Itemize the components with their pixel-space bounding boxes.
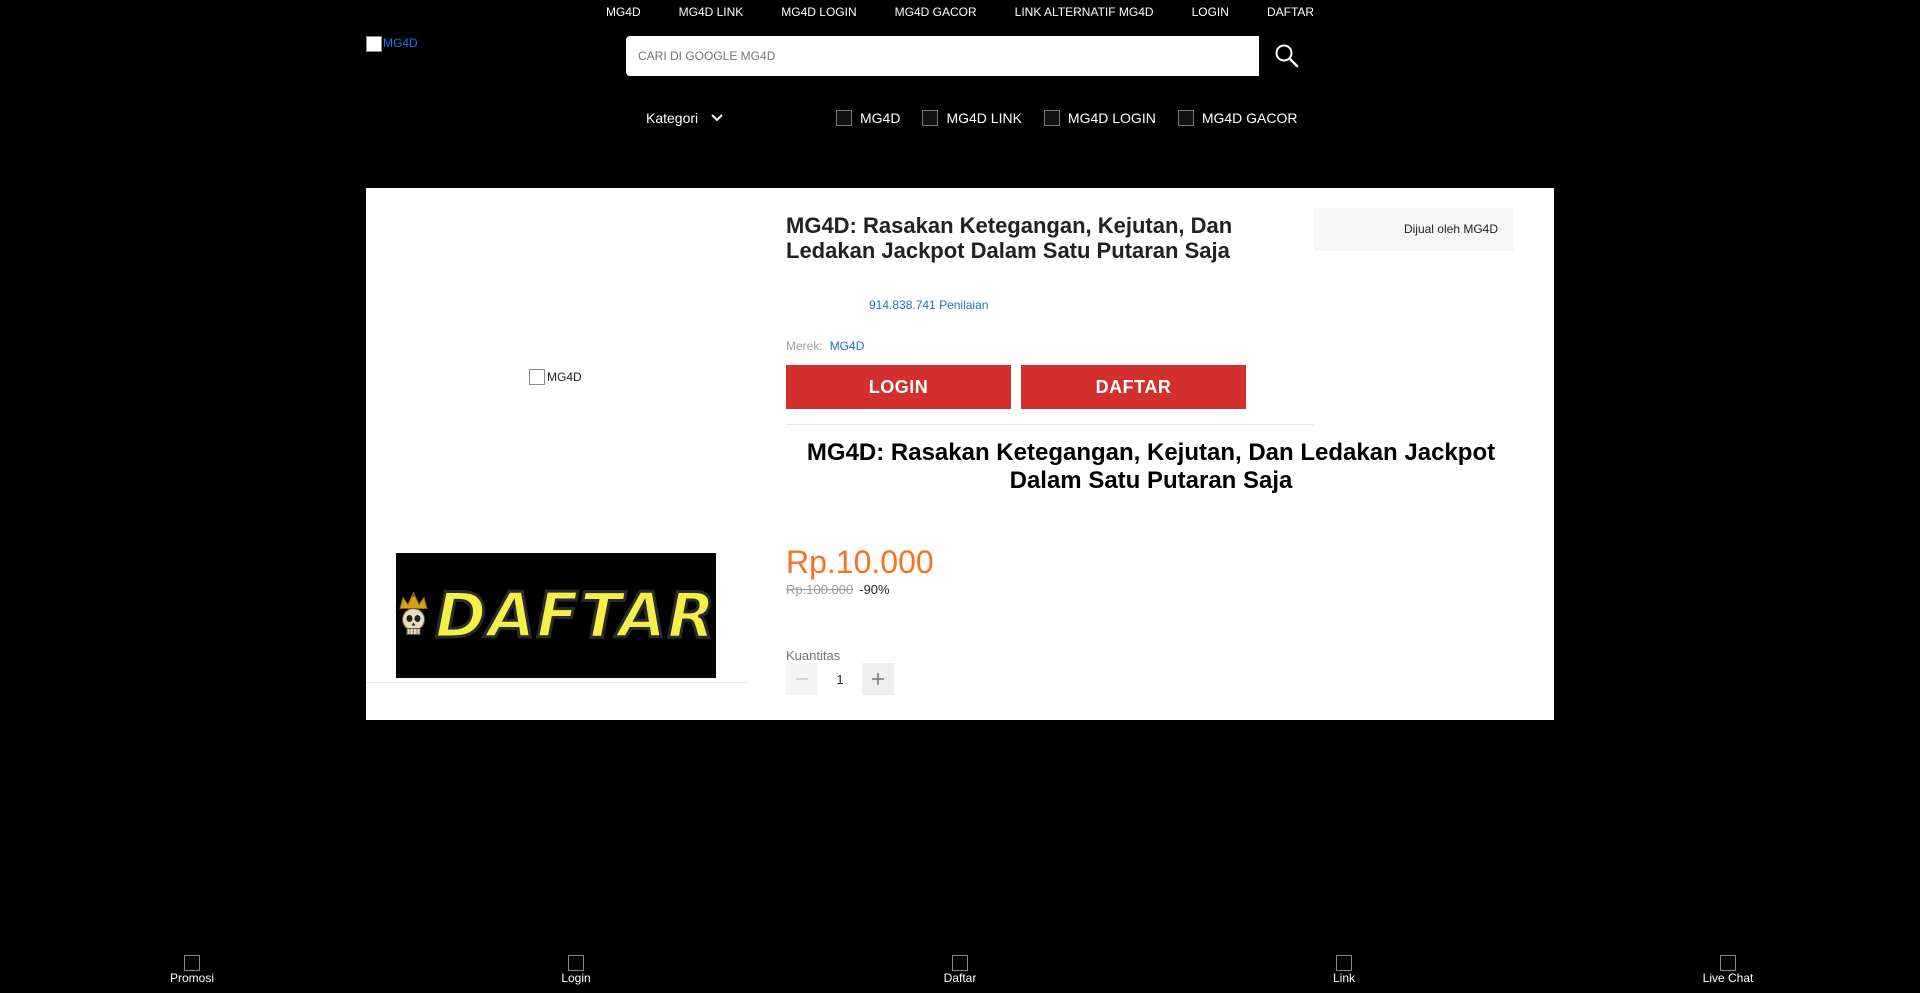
broken-image-icon <box>529 369 545 385</box>
original-price: Rp.100.000 <box>786 582 854 597</box>
category-link-label: MG4D <box>860 110 901 126</box>
site-logo[interactable]: MG4D <box>366 36 418 52</box>
category-image-icon <box>836 110 852 126</box>
top-nav-mg4d[interactable]: MG4D <box>587 0 660 24</box>
search-button[interactable] <box>1259 36 1314 76</box>
search-bar <box>626 36 1314 76</box>
crowned-skull-icon <box>399 590 428 635</box>
product-title: MG4D: Rasakan Ketegangan, Kejutan, Dan L… <box>786 213 1233 263</box>
quantity-value[interactable]: 1 <box>818 672 862 687</box>
chevron-down-icon <box>711 114 723 122</box>
category-link-mg4d-gacor[interactable]: MG4D GACOR <box>1177 110 1298 126</box>
daftar-icon <box>952 955 968 971</box>
category-link-mg4d[interactable]: MG4D <box>836 110 900 126</box>
current-price: Rp.10.000 <box>786 544 934 580</box>
brand-label: Merek: <box>786 339 823 353</box>
product-panel: MG4D DAFTAR MG4D: Rasakan Ketegangan, Ke… <box>366 188 1554 720</box>
login-button[interactable]: LOGIN <box>786 365 1011 409</box>
brand-link[interactable]: MG4D <box>830 339 865 353</box>
kategori-label: Kategori <box>646 110 699 126</box>
section-divider <box>786 424 1314 425</box>
category-image-icon <box>1043 110 1060 126</box>
bottom-nav-label: Live Chat <box>1702 971 1754 985</box>
bottom-nav-link[interactable]: Link <box>1152 950 1536 993</box>
category-image-icon <box>922 110 939 126</box>
bottom-nav-label: Link <box>1332 971 1355 985</box>
quantity-label: Kuantitas <box>786 648 841 663</box>
kategori-dropdown[interactable]: Kategori <box>646 110 724 126</box>
product-image[interactable]: MG4D <box>529 369 582 385</box>
category-links: MG4D MG4D LINK MG4D LOGIN MG4D GACOR <box>836 110 1298 126</box>
price-details: Rp.100.000 -90% <box>786 582 890 597</box>
seller-info: Dijual oleh MG4D <box>1314 208 1514 250</box>
banner-text: DAFTAR <box>433 578 716 654</box>
bottom-nav-label: Promosi <box>169 971 214 985</box>
search-input[interactable] <box>626 36 1259 76</box>
category-link-mg4d-login[interactable]: MG4D LOGIN <box>1043 110 1156 126</box>
top-nav-login[interactable]: LOGIN <box>1173 0 1248 24</box>
top-nav-mg4d-link[interactable]: MG4D LINK <box>660 0 763 24</box>
category-link-label: MG4D LOGIN <box>1067 110 1156 126</box>
top-nav-mg4d-login[interactable]: MG4D LOGIN <box>762 0 875 24</box>
top-nav-mg4d-gacor[interactable]: MG4D GACOR <box>876 0 996 24</box>
top-nav-link-alternatif[interactable]: LINK ALTERNATIF MG4D <box>996 0 1173 24</box>
plus-icon <box>872 673 884 685</box>
category-link-label: MG4D GACOR <box>1201 110 1298 126</box>
brand-info: Merek: MG4D <box>786 339 864 353</box>
bottom-nav-daftar[interactable]: Daftar <box>768 950 1152 993</box>
category-link-label: MG4D LINK <box>946 110 1022 126</box>
top-nav-daftar[interactable]: DAFTAR <box>1248 0 1333 24</box>
category-link-mg4d-link[interactable]: MG4D LINK <box>922 110 1022 126</box>
product-image-alt: MG4D <box>547 370 582 384</box>
search-icon <box>1275 44 1298 68</box>
ratings-link[interactable]: 914.838.741 Penilaian <box>869 298 988 312</box>
link-icon <box>1336 955 1352 971</box>
quantity-stepper: 1 <box>786 663 894 695</box>
category-image-icon <box>1177 110 1194 126</box>
minus-icon <box>796 678 808 680</box>
product-headline: MG4D: Rasakan Ketegangan, Kejutan, Dan L… <box>806 439 1496 494</box>
promosi-icon <box>184 955 200 971</box>
broken-image-icon <box>366 36 382 52</box>
bottom-nav: Promosi Login Daftar Link Live Chat <box>0 950 1920 993</box>
logo-alt-text: MG4D <box>383 36 418 50</box>
quantity-decrease-button[interactable] <box>786 663 818 695</box>
gallery-divider <box>366 682 748 683</box>
quantity-increase-button[interactable] <box>862 663 894 695</box>
discount-badge: -90% <box>859 582 890 597</box>
bottom-nav-label: Daftar <box>943 971 977 985</box>
top-nav: MG4D MG4D LINK MG4D LOGIN MG4D GACOR LIN… <box>0 0 1920 24</box>
bottom-nav-promosi[interactable]: Promosi <box>0 950 384 993</box>
bottom-nav-live-chat[interactable]: Live Chat <box>1536 950 1920 993</box>
bottom-nav-label: Login <box>561 971 591 985</box>
login-icon <box>568 955 584 971</box>
daftar-button[interactable]: DAFTAR <box>1021 365 1246 409</box>
bottom-nav-login[interactable]: Login <box>384 950 768 993</box>
daftar-banner[interactable]: DAFTAR <box>396 553 716 678</box>
live-chat-icon <box>1720 955 1736 971</box>
